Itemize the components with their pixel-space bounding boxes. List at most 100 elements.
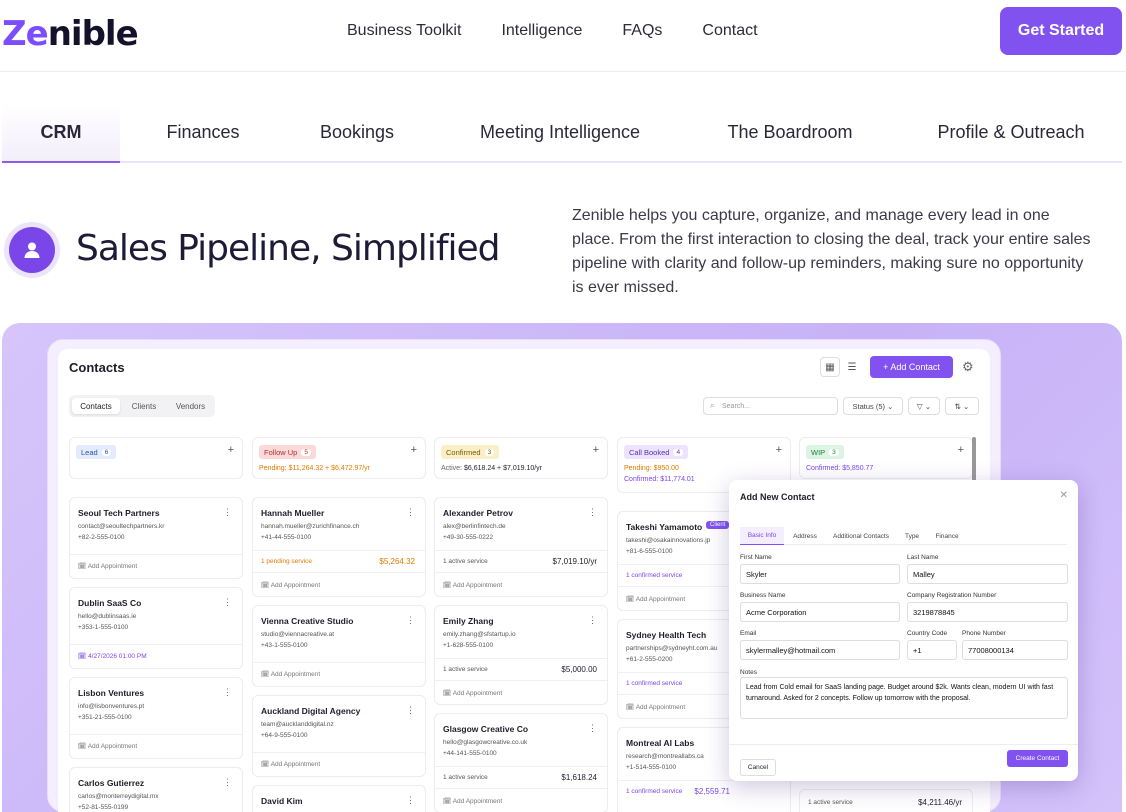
logo[interactable]: Zenible <box>2 14 139 54</box>
add-icon[interactable]: + <box>411 444 417 456</box>
add-appointment-link[interactable]: 🗓 Add Appointment <box>626 703 685 711</box>
add-appointment-link[interactable]: 🗓 Add Appointment <box>261 760 320 768</box>
more-icon[interactable]: ⋮ <box>588 507 597 518</box>
tab-profile-outreach[interactable]: Profile & Outreach <box>922 104 1100 161</box>
business-name-label: Business Name <box>740 592 786 599</box>
tab-the-boardroom[interactable]: The Boardroom <box>714 104 866 161</box>
service-status: 1 confirmed service <box>626 788 683 795</box>
chip-label: Lead <box>81 447 98 457</box>
appt-label: Add Appointment <box>87 563 138 570</box>
contact-card[interactable]: Glasgow Creative Co ⋮ hello@glasgowcreati… <box>434 713 608 812</box>
more-icon[interactable]: ⋮ <box>223 507 232 518</box>
contact-card[interactable]: Dublin SaaS Co ⋮ hello@dublinsaas.ie +353… <box>69 587 243 669</box>
add-icon[interactable]: + <box>958 444 964 456</box>
get-started-button[interactable]: Get Started <box>1000 7 1122 55</box>
chip-count: 3 <box>829 448 839 456</box>
more-icon[interactable]: ⋮ <box>406 507 415 518</box>
add-appointment-link[interactable]: 🗓 Add Appointment <box>78 742 137 750</box>
filter-icon[interactable]: ▽ ⌄ <box>908 397 940 415</box>
segment-vendors[interactable]: Vendors <box>173 398 208 414</box>
contact-card[interactable]: Auckland Digital Agency ⋮ team@aucklanddi… <box>252 695 426 777</box>
contact-card[interactable]: Seoul Tech Partners ⋮ contact@seoultechpa… <box>69 497 243 579</box>
add-appointment-link[interactable]: 🗓 Add Appointment <box>443 581 502 589</box>
phone-number-field[interactable]: 77008000134 <box>962 640 1068 660</box>
add-appointment-link[interactable]: 🗓 Add Appointment <box>443 797 502 805</box>
divider <box>435 658 607 659</box>
first-name-label: First Name <box>740 554 772 561</box>
add-appointment-link[interactable]: 🗓 Add Appointment <box>261 581 320 589</box>
add-appointment-link[interactable]: 🗓 Add Appointment <box>626 595 685 603</box>
country-code-field[interactable]: +1 <box>907 640 957 660</box>
contact-card[interactable]: Hannah Mueller ⋮ hannah.mueller@zurichfin… <box>252 497 426 597</box>
segment-contacts[interactable]: Contacts <box>72 398 120 414</box>
cancel-button[interactable]: Cancel <box>740 759 776 776</box>
tab-finances[interactable]: Finances <box>152 104 254 161</box>
contact-card[interactable]: Lisbon Ventures ⋮ info@lisbonventures.pt … <box>69 677 243 759</box>
add-appointment-link[interactable]: 🗓 Add Appointment <box>443 689 502 697</box>
gear-icon[interactable]: ⚙ <box>962 359 974 375</box>
add-appointment-link[interactable]: 🗓 Add Appointment <box>261 670 320 678</box>
add-icon[interactable]: + <box>228 444 234 456</box>
close-icon[interactable]: ✕ <box>1060 490 1068 501</box>
appointment-date[interactable]: 🗓 4/27/2026 01:00 PM <box>78 652 147 660</box>
card-name: Takeshi Yamamoto <box>626 522 703 532</box>
notes-textarea[interactable]: Lead from Cold email for SaaS landing pa… <box>740 677 1068 719</box>
more-icon[interactable]: ⋮ <box>406 795 415 806</box>
contact-card[interactable]: David Kim ⋮ <box>252 785 426 812</box>
tab-bookings[interactable]: Bookings <box>304 104 410 161</box>
status-filter[interactable]: Status (5) ⌄ <box>843 397 903 415</box>
list-view-icon[interactable]: ☰ <box>842 357 862 377</box>
modal-tab-type[interactable]: Type <box>902 527 922 545</box>
more-icon[interactable]: ⋮ <box>223 777 232 788</box>
card-phone: +44-141-555-0100 <box>443 750 497 757</box>
contact-card[interactable]: Emily Zhang ⋮ emily.zhang@sfstartup.io +1… <box>434 605 608 705</box>
service-value: $5,264.32 <box>379 557 415 566</box>
modal-tab-finance[interactable]: Finance <box>932 527 962 545</box>
tab-meeting-intelligence[interactable]: Meeting Intelligence <box>464 104 656 161</box>
modal-tab-additional-contacts[interactable]: Additional Contacts <box>830 527 892 545</box>
add-appointment-link[interactable]: 🗓 Add Appointment <box>78 562 137 570</box>
chip-count: 3 <box>484 448 495 456</box>
email-field[interactable]: skylermalley@hotmail.com <box>740 640 900 660</box>
more-icon[interactable]: ⋮ <box>223 687 232 698</box>
registration-number-field[interactable]: 3219878845 <box>907 602 1068 622</box>
first-name-field[interactable]: Skyler <box>740 564 900 584</box>
divider <box>435 680 607 681</box>
add-icon[interactable]: + <box>593 444 599 456</box>
divider <box>435 766 607 767</box>
contact-card[interactable]: 1 active service $4,211.46/yr <box>799 789 973 812</box>
tab-crm[interactable]: CRM <box>2 104 120 163</box>
logo-accent: Ze <box>2 14 49 54</box>
more-icon[interactable]: ⋮ <box>406 705 415 716</box>
add-contact-button[interactable]: + Add Contact <box>870 356 953 378</box>
last-name-label: Last Name <box>907 554 939 561</box>
grid-view-icon[interactable]: ▦ <box>820 357 840 377</box>
modal-tab-basic-info[interactable]: Basic Info <box>740 527 784 545</box>
nav-link-business-toolkit[interactable]: Business Toolkit <box>347 22 461 40</box>
nav-link-intelligence[interactable]: Intelligence <box>501 22 582 40</box>
contact-card[interactable]: Alexander Petrov ⋮ alex@berlinfintech.de … <box>434 497 608 597</box>
search-placeholder: Search... <box>722 402 751 410</box>
contact-card[interactable]: Vienna Creative Studio ⋮ studio@viennacre… <box>252 605 426 687</box>
search-input[interactable]: ⌕ Search... <box>703 397 838 415</box>
modal-tab-address[interactable]: Address <box>790 527 820 545</box>
more-icon[interactable]: ⋮ <box>406 615 415 626</box>
nav-link-faqs[interactable]: FAQs <box>622 22 662 40</box>
more-icon[interactable]: ⋮ <box>223 597 232 608</box>
nav-link-contact[interactable]: Contact <box>702 22 757 40</box>
more-icon[interactable]: ⋮ <box>588 615 597 626</box>
divider <box>435 550 607 551</box>
contact-card[interactable]: Carlos Gutierrez ⋮ carlos@monterreydigita… <box>69 767 243 812</box>
appt-label: Add Appointment <box>452 582 503 589</box>
sort-icon[interactable]: ⇅ ⌄ <box>945 397 979 415</box>
business-name-field[interactable]: Acme Corporation <box>740 602 900 622</box>
card-phone: +1-514-555-0100 <box>626 764 677 771</box>
create-contact-button[interactable]: Create Contact <box>1007 750 1068 767</box>
add-icon[interactable]: + <box>776 444 782 456</box>
service-value: $5,000.00 <box>561 665 597 674</box>
segment-clients[interactable]: Clients <box>129 398 159 414</box>
card-email: takeshi@osakainnovations.jp <box>626 537 711 544</box>
last-name-field[interactable]: Malley <box>907 564 1068 584</box>
chip-label: WIP <box>811 447 826 457</box>
more-icon[interactable]: ⋮ <box>588 723 597 734</box>
